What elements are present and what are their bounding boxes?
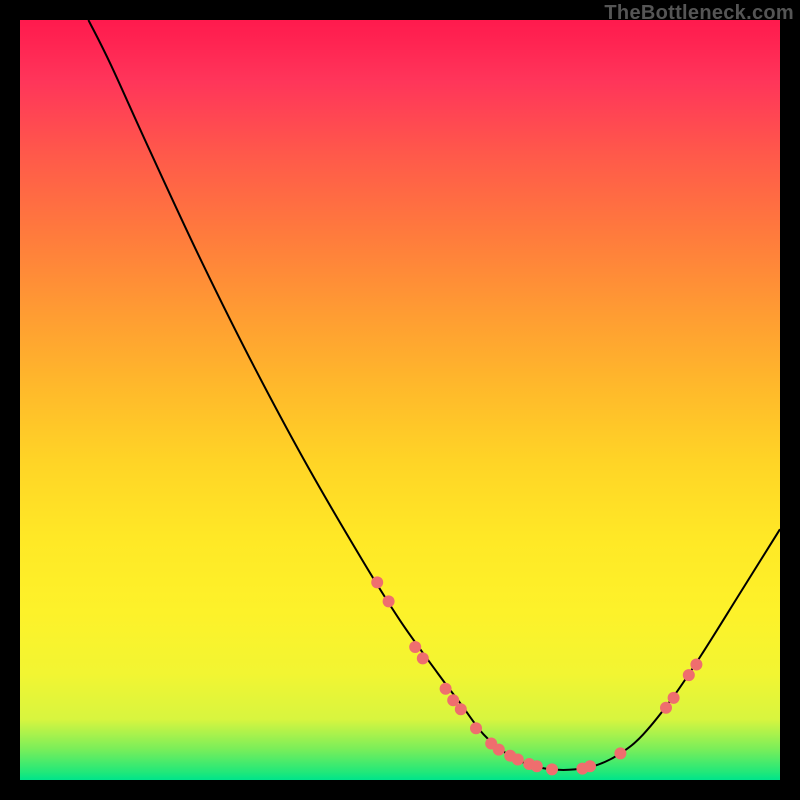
data-marker: [417, 652, 429, 664]
plot-area: [20, 20, 780, 780]
data-marker: [614, 747, 626, 759]
data-marker: [531, 760, 543, 772]
watermark-text: TheBottleneck.com: [604, 2, 794, 25]
chart-svg: [20, 20, 780, 780]
data-marker: [690, 659, 702, 671]
data-markers: [371, 576, 702, 775]
data-marker: [668, 692, 680, 704]
data-marker: [683, 669, 695, 681]
chart-frame: TheBottleneck.com: [0, 0, 800, 800]
data-marker: [584, 760, 596, 772]
bottleneck-curve: [88, 20, 780, 770]
data-marker: [470, 722, 482, 734]
data-marker: [660, 702, 672, 714]
data-marker: [371, 576, 383, 588]
data-marker: [512, 754, 524, 766]
data-marker: [440, 683, 452, 695]
data-marker: [409, 641, 421, 653]
data-marker: [455, 703, 467, 715]
data-marker: [383, 595, 395, 607]
data-marker: [493, 744, 505, 756]
data-marker: [546, 763, 558, 775]
